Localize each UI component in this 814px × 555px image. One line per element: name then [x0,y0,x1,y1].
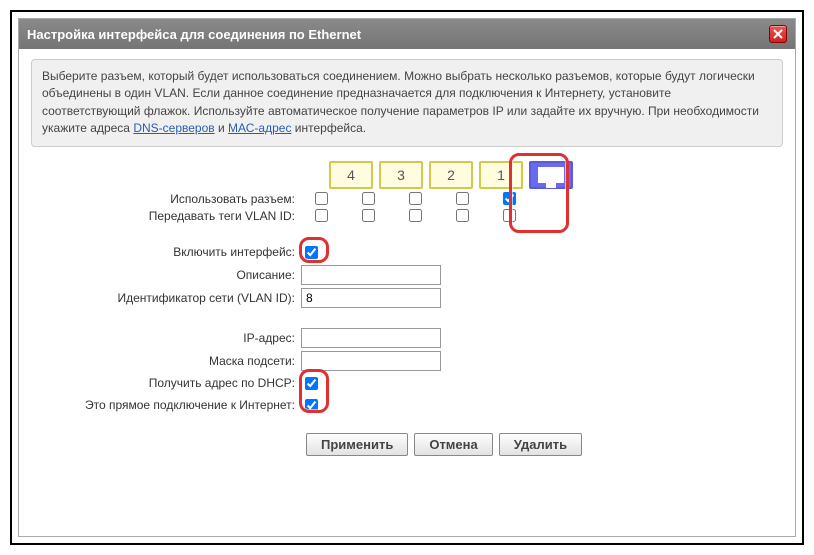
label-use-socket: Использовать разъем: [31,192,301,206]
use-socket-1[interactable] [456,192,469,205]
dns-link[interactable]: DNS-серверов [133,121,214,135]
vlan-id-input[interactable] [301,288,441,308]
close-button[interactable] [769,25,787,43]
ports-row: 4 3 2 1 [31,161,783,189]
vlan-tag-1[interactable] [456,209,469,222]
use-socket-2[interactable] [409,192,422,205]
description-input[interactable] [301,265,441,285]
port-wan[interactable] [529,161,573,189]
port-1[interactable]: 1 [479,161,523,189]
close-icon [773,29,783,39]
label-enable-iface: Включить интерфейс: [31,245,301,259]
vlan-tag-3[interactable] [362,209,375,222]
label-dhcp: Получить адрес по DHCP: [31,376,301,390]
vlan-tag-4[interactable] [315,209,328,222]
port-3[interactable]: 3 [379,161,423,189]
intro-panel: Выберите разъем, который будет использов… [31,59,783,147]
ethernet-jack-icon [538,167,564,183]
use-socket-wan[interactable] [503,192,516,205]
apply-button[interactable]: Применить [306,433,408,456]
dialog-titlebar: Настройка интерфейса для соединения по E… [19,19,795,49]
mac-link[interactable]: МАС-адрес [228,121,291,135]
dhcp-checkbox[interactable] [305,377,318,390]
cancel-button[interactable]: Отмена [414,433,492,456]
inet-checkbox[interactable] [305,399,318,412]
ip-input[interactable] [301,328,441,348]
delete-button[interactable]: Удалить [499,433,582,456]
enable-iface-checkbox[interactable] [305,246,318,259]
port-2[interactable]: 2 [429,161,473,189]
dialog-title: Настройка интерфейса для соединения по E… [27,27,361,42]
port-4[interactable]: 4 [329,161,373,189]
label-vlan-id: Идентификатор сети (VLAN ID): [31,291,301,305]
use-socket-4[interactable] [315,192,328,205]
mask-input[interactable] [301,351,441,371]
label-description: Описание: [31,268,301,282]
label-mask: Маска подсети: [31,354,301,368]
vlan-tag-wan[interactable] [503,209,516,222]
label-ip: IP-адрес: [31,331,301,345]
label-inet: Это прямое подключение к Интернет: [31,398,301,412]
label-vlan-tags: Передавать теги VLAN ID: [31,209,301,223]
vlan-tag-2[interactable] [409,209,422,222]
use-socket-3[interactable] [362,192,375,205]
